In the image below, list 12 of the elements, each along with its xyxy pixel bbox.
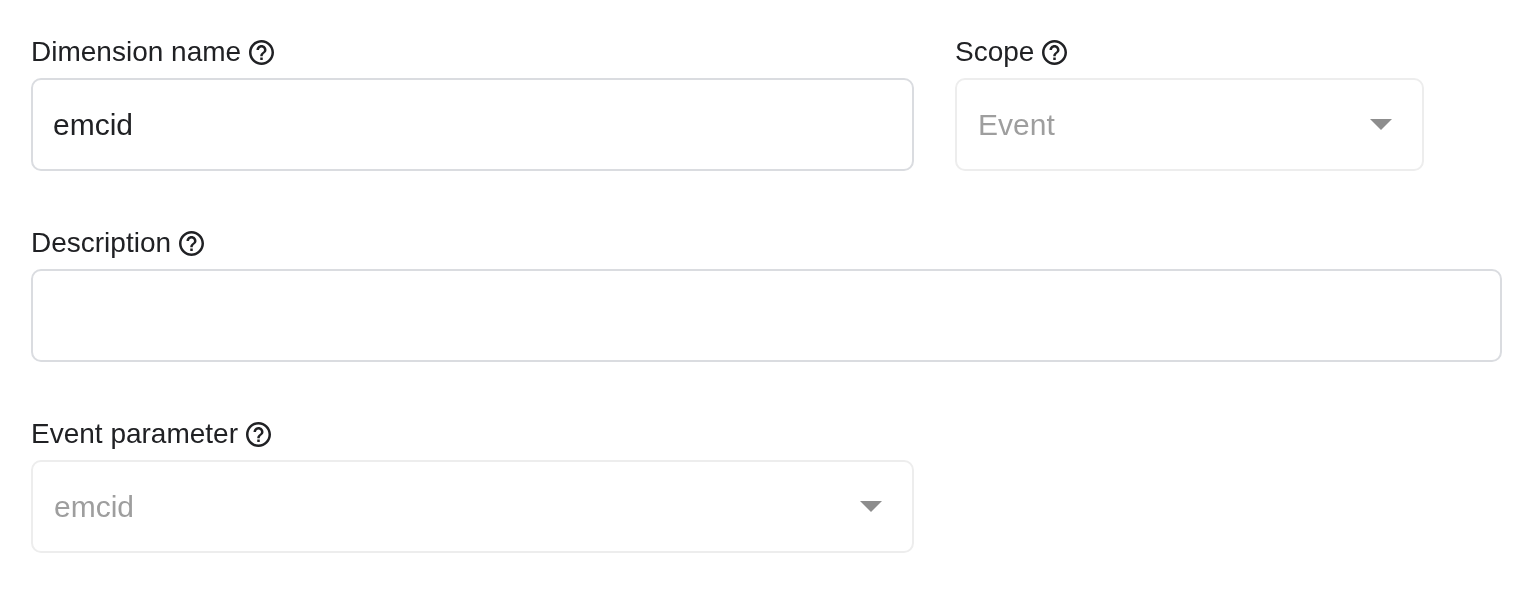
help-icon[interactable] [1042, 39, 1068, 65]
text-field[interactable] [31, 269, 1502, 362]
help-icon[interactable] [246, 421, 271, 447]
field-label: Description [31, 226, 172, 260]
help-icon[interactable] [179, 230, 205, 256]
text-field[interactable]: emcid [31, 78, 914, 171]
help-icon[interactable] [249, 39, 275, 65]
field-label: Dimension name [31, 35, 242, 69]
field-label: Scope [955, 35, 1035, 69]
caret-icon [1370, 119, 1392, 130]
field-label: Event parameter [31, 417, 238, 451]
caret-icon [860, 501, 882, 512]
